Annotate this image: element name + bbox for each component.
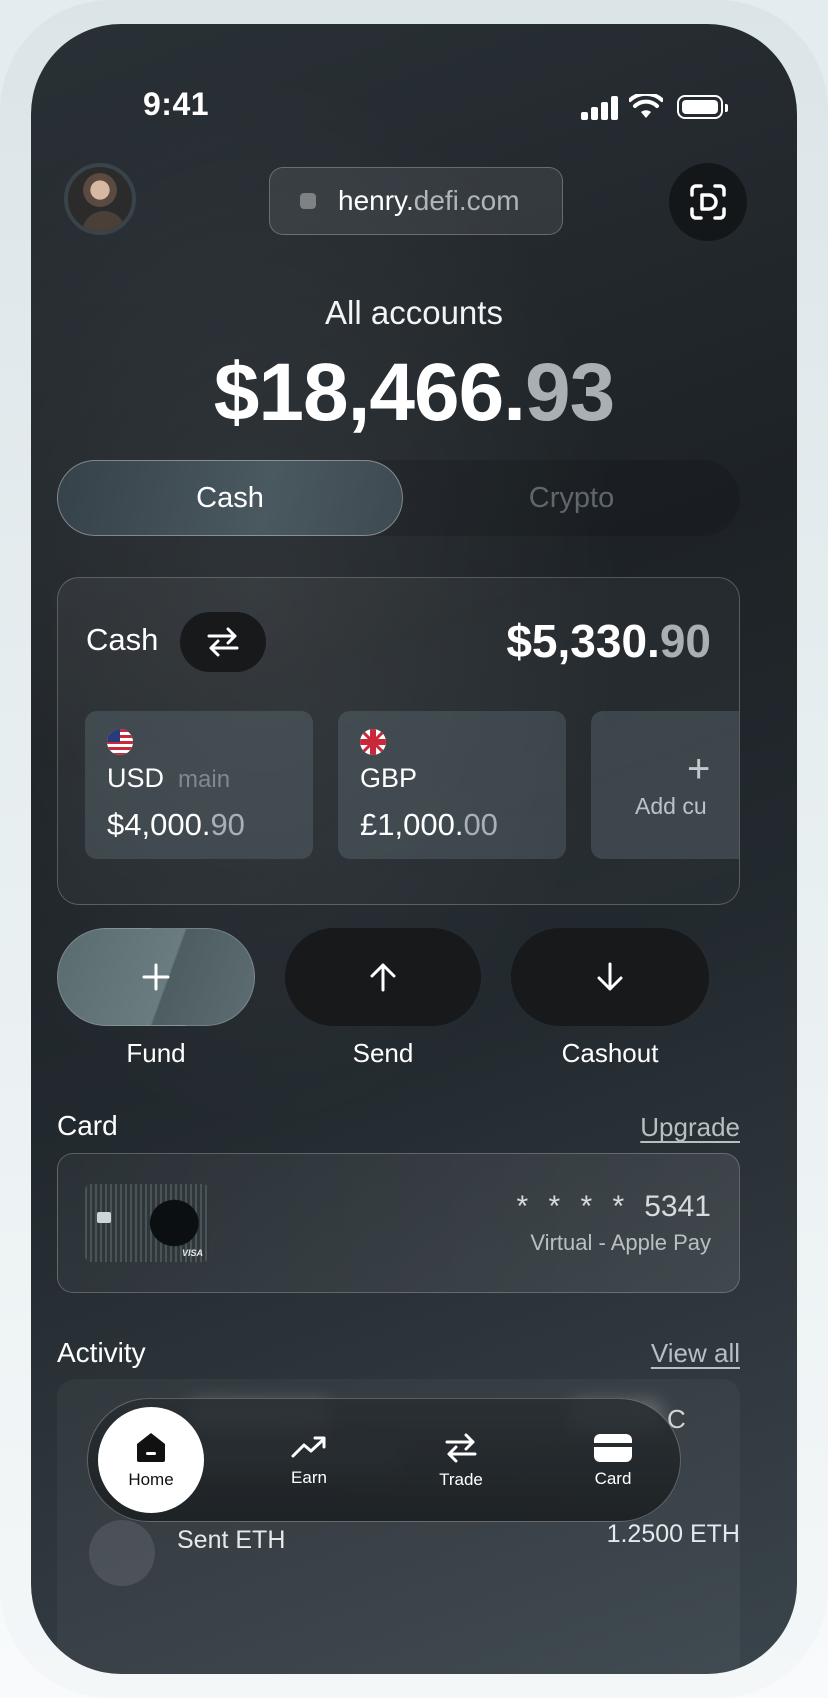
swap-icon — [207, 627, 239, 657]
card-icon — [594, 1434, 632, 1462]
add-currency-tile[interactable]: + Add cu — [591, 711, 739, 859]
currency-code-text: USD — [107, 763, 165, 793]
currency-code: USD main — [107, 763, 230, 794]
card-number-masked: * * * * 5341 — [517, 1190, 711, 1224]
swap-button[interactable] — [180, 612, 266, 672]
activity-icon — [89, 1520, 155, 1586]
currency-code: GBP — [360, 763, 417, 794]
upgrade-link[interactable]: Upgrade — [640, 1112, 740, 1143]
url-prefix: henry. — [338, 185, 414, 216]
total-balance: $18,466.93 — [31, 346, 797, 440]
add-currency-label: Add cu — [635, 793, 707, 819]
card-last4: 5341 — [644, 1190, 711, 1223]
currency-amount: $4,000.90 — [107, 807, 245, 843]
currency-tile-gbp[interactable]: GBP £1,000.00 — [338, 711, 566, 859]
card-image: VISA — [85, 1184, 209, 1262]
card-chip-icon — [97, 1212, 111, 1223]
home-icon — [137, 1433, 165, 1462]
tab-home-label: Home — [128, 1470, 174, 1489]
fund-label: Fund — [126, 1038, 186, 1068]
activity-row-amount: 1.2500 ETH — [606, 1520, 740, 1548]
status-time: 9:41 — [143, 86, 210, 122]
arrow-up-icon — [370, 963, 396, 992]
tab-crypto[interactable]: Crypto — [403, 460, 740, 536]
activity-row-label[interactable]: Sent ETH — [177, 1526, 285, 1555]
activity-title: Activity — [57, 1337, 146, 1368]
view-all-link[interactable]: View all — [651, 1338, 740, 1369]
send-button[interactable] — [285, 928, 481, 1026]
trend-icon — [291, 1436, 326, 1458]
all-accounts-label: All accounts — [325, 294, 503, 331]
card-section-title: Card — [57, 1110, 118, 1141]
signal-icon — [581, 96, 619, 120]
currency-tile-usd[interactable]: USD main $4,000.90 — [85, 711, 313, 859]
balance-cents: 93 — [524, 347, 615, 438]
avatar[interactable] — [64, 163, 136, 235]
arrow-down-icon — [597, 962, 623, 991]
url-suffix: defi.com — [413, 185, 520, 216]
site-icon — [300, 193, 316, 209]
tab-card[interactable]: Card — [568, 1399, 658, 1523]
card-panel[interactable]: VISA * * * * 5341 Virtual - Apple Pay — [57, 1153, 740, 1293]
tab-earn[interactable]: Earn — [264, 1399, 354, 1523]
card-subtitle: Virtual - Apple Pay — [530, 1230, 711, 1255]
balance-main: $18,466. — [213, 347, 526, 438]
tab-home[interactable]: Home — [98, 1407, 204, 1513]
cash-card: Cash $5,330.90 USD main $4,000.90 GBP £1… — [57, 577, 740, 905]
currency-code-text: GBP — [360, 763, 418, 793]
us-flag-icon — [107, 729, 133, 755]
visa-logo: VISA — [181, 1248, 203, 1258]
cash-card-label: Cash — [86, 622, 159, 657]
cash-total: $5,330.90 — [506, 614, 711, 668]
uk-flag-icon — [360, 729, 386, 755]
wifi-icon — [629, 94, 663, 118]
currency-tag: main — [178, 766, 231, 793]
cash-total-main: $5,330. — [506, 615, 660, 667]
battery-icon — [677, 95, 728, 119]
swap-icon — [445, 1433, 477, 1463]
cashout-button[interactable] — [511, 928, 709, 1026]
currency-amount: £1,000.00 — [360, 807, 498, 843]
tab-trade-label: Trade — [439, 1470, 483, 1489]
currency-amount-cents: 00 — [463, 807, 498, 842]
currency-amount-main: £1,000. — [360, 807, 464, 842]
card-mask-dots: * * * * — [516, 1190, 631, 1223]
scan-button[interactable] — [669, 163, 747, 241]
plus-icon — [142, 963, 170, 991]
tab-card-label: Card — [594, 1469, 632, 1488]
tab-trade[interactable]: Trade — [416, 1399, 506, 1523]
currency-amount-cents: 90 — [210, 807, 245, 842]
tab-earn-label: Earn — [291, 1468, 327, 1487]
cash-total-cents: 90 — [659, 615, 711, 667]
plus-icon: + — [687, 747, 711, 791]
scan-icon — [690, 184, 726, 220]
send-label: Send — [352, 1038, 414, 1068]
fund-button[interactable] — [57, 928, 255, 1026]
wallet-address-pill[interactable]: henry. defi.com — [269, 167, 563, 235]
bottom-tabbar: Home Earn Trade Card — [87, 1398, 681, 1522]
app-screen: 9:41 henry. defi.com All accounts $18,466… — [31, 24, 797, 1674]
currency-amount-main: $4,000. — [107, 807, 211, 842]
tab-cash[interactable]: Cash — [57, 460, 403, 536]
cashout-label: Cashout — [561, 1038, 659, 1068]
